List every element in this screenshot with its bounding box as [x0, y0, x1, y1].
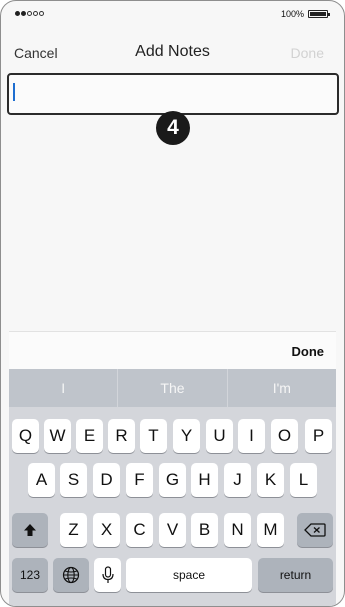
- key-c[interactable]: C: [126, 513, 153, 547]
- key-p[interactable]: P: [305, 419, 332, 453]
- key-i[interactable]: I: [238, 419, 265, 453]
- prediction-suggestion[interactable]: I'm: [228, 369, 336, 407]
- key-y[interactable]: Y: [173, 419, 200, 453]
- key-f[interactable]: F: [126, 463, 153, 497]
- shift-key[interactable]: [12, 513, 48, 547]
- delete-key[interactable]: [297, 513, 333, 547]
- notes-area[interactable]: [1, 113, 344, 331]
- battery-percentage: 100%: [280, 9, 304, 19]
- predictive-bar: I The I'm: [9, 369, 336, 407]
- backspace-icon: [304, 523, 326, 537]
- globe-key[interactable]: [53, 558, 89, 592]
- microphone-icon: [101, 566, 114, 583]
- key-x[interactable]: X: [93, 513, 120, 547]
- key-t[interactable]: T: [140, 419, 167, 453]
- prediction-suggestion[interactable]: The: [118, 369, 228, 407]
- key-q[interactable]: Q: [12, 419, 39, 453]
- key-g[interactable]: G: [159, 463, 186, 497]
- space-key[interactable]: space: [126, 558, 252, 592]
- key-l[interactable]: L: [290, 463, 317, 497]
- key-b[interactable]: B: [191, 513, 218, 547]
- key-u[interactable]: U: [206, 419, 233, 453]
- step-badge: 4: [156, 111, 190, 145]
- key-j[interactable]: J: [224, 463, 251, 497]
- dictation-key[interactable]: [94, 558, 121, 592]
- key-e[interactable]: E: [76, 419, 103, 453]
- key-z[interactable]: Z: [60, 513, 87, 547]
- keyboard: I The I'm Q W E R T Y U I O P A S D F G …: [9, 369, 336, 606]
- text-cursor: [13, 83, 15, 101]
- key-d[interactable]: D: [93, 463, 120, 497]
- key-h[interactable]: H: [191, 463, 218, 497]
- signal-strength-icon: [15, 11, 44, 16]
- key-s[interactable]: S: [60, 463, 87, 497]
- key-n[interactable]: N: [224, 513, 251, 547]
- prediction-suggestion[interactable]: I: [9, 369, 119, 407]
- status-bar: 100%: [1, 1, 344, 27]
- key-w[interactable]: W: [44, 419, 71, 453]
- shift-icon: [24, 524, 36, 536]
- return-key[interactable]: return: [258, 558, 333, 592]
- numbers-key[interactable]: 123: [12, 558, 48, 592]
- key-a[interactable]: A: [28, 463, 55, 497]
- key-o[interactable]: O: [271, 419, 298, 453]
- notes-input[interactable]: [7, 73, 339, 115]
- keyboard-done-button[interactable]: Done: [292, 344, 325, 359]
- key-v[interactable]: V: [159, 513, 186, 547]
- phone-screen: 100% Cancel Add Notes Done 4 Done I The …: [0, 0, 345, 607]
- navigation-bar: Cancel Add Notes Done: [1, 37, 344, 67]
- done-button[interactable]: Done: [291, 45, 324, 61]
- key-r[interactable]: R: [108, 419, 135, 453]
- key-k[interactable]: K: [257, 463, 284, 497]
- battery-icon: [308, 10, 330, 18]
- globe-icon: [62, 566, 80, 584]
- keyboard-accessory-bar: Done: [9, 331, 336, 370]
- key-m[interactable]: M: [257, 513, 284, 547]
